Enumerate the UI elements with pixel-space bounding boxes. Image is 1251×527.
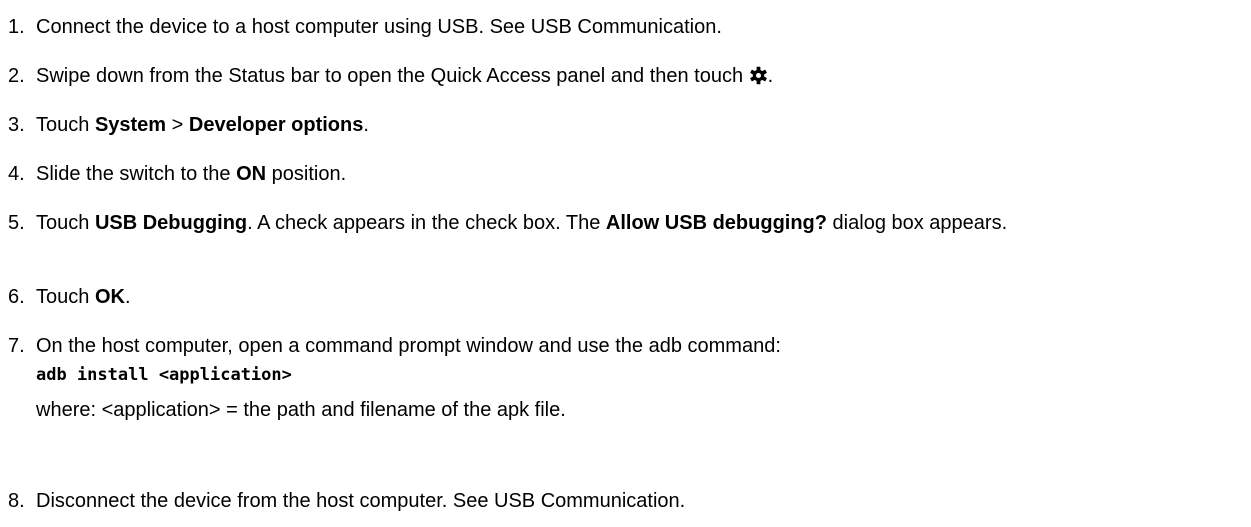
adb-command-code: adb install <application> — [36, 365, 292, 385]
step-text-end: . — [767, 65, 774, 87]
separator-text: > — [166, 114, 189, 136]
step-text: Connect the device to a host computer us… — [36, 16, 722, 38]
step-number: 8. — [8, 490, 25, 512]
step-text: Touch — [36, 114, 95, 136]
step-text: Slide the switch to the — [36, 163, 237, 185]
settings-gear-icon — [749, 66, 768, 85]
step-text-end: position. — [266, 163, 347, 185]
step-text-end: . — [124, 286, 131, 308]
ui-term-usb-debugging: USB Debugging — [94, 212, 248, 234]
step-number: 1. — [8, 16, 25, 38]
step-text: On the host computer, open a command pro… — [36, 335, 781, 357]
step-3: 3. Touch System > Developer options. — [0, 113, 1240, 137]
step-7: 7. On the host computer, open a command … — [0, 334, 1240, 422]
ui-term-on: ON — [236, 163, 267, 185]
step-6: 6. Touch OK. — [0, 285, 1240, 309]
step-5: 5. Touch USB Debugging. A check appears … — [0, 211, 1240, 235]
step-text: Swipe down from the Status bar to open t… — [36, 65, 744, 87]
step-text-mid: . A check appears in the check box. The — [247, 212, 606, 234]
where-note: where: <application> = the path and file… — [36, 399, 566, 421]
step-8: 8. Disconnect the device from the host c… — [0, 489, 1240, 513]
step-2: 2. Swipe down from the Status bar to ope… — [0, 64, 1240, 88]
ui-term-ok: OK — [94, 286, 125, 308]
step-text: Touch — [36, 212, 95, 234]
step-number: 3. — [8, 114, 25, 136]
step-1: 1. Connect the device to a host computer… — [0, 15, 1240, 39]
step-4: 4. Slide the switch to the ON position. — [0, 162, 1240, 186]
step-number: 4. — [8, 163, 25, 185]
step-text-end: dialog box appears. — [827, 212, 1008, 234]
ui-term-system: System — [94, 114, 167, 136]
ui-term-developer-options: Developer options — [188, 114, 364, 136]
step-number: 2. — [8, 65, 25, 87]
step-text: Touch — [36, 286, 95, 308]
step-number: 6. — [8, 286, 25, 308]
step-number: 5. — [8, 212, 25, 234]
step-text-end: . — [363, 114, 369, 136]
step-text: Disconnect the device from the host comp… — [36, 490, 686, 512]
ui-term-allow-usb-debugging: Allow USB debugging? — [605, 212, 827, 234]
step-number: 7. — [8, 335, 25, 357]
